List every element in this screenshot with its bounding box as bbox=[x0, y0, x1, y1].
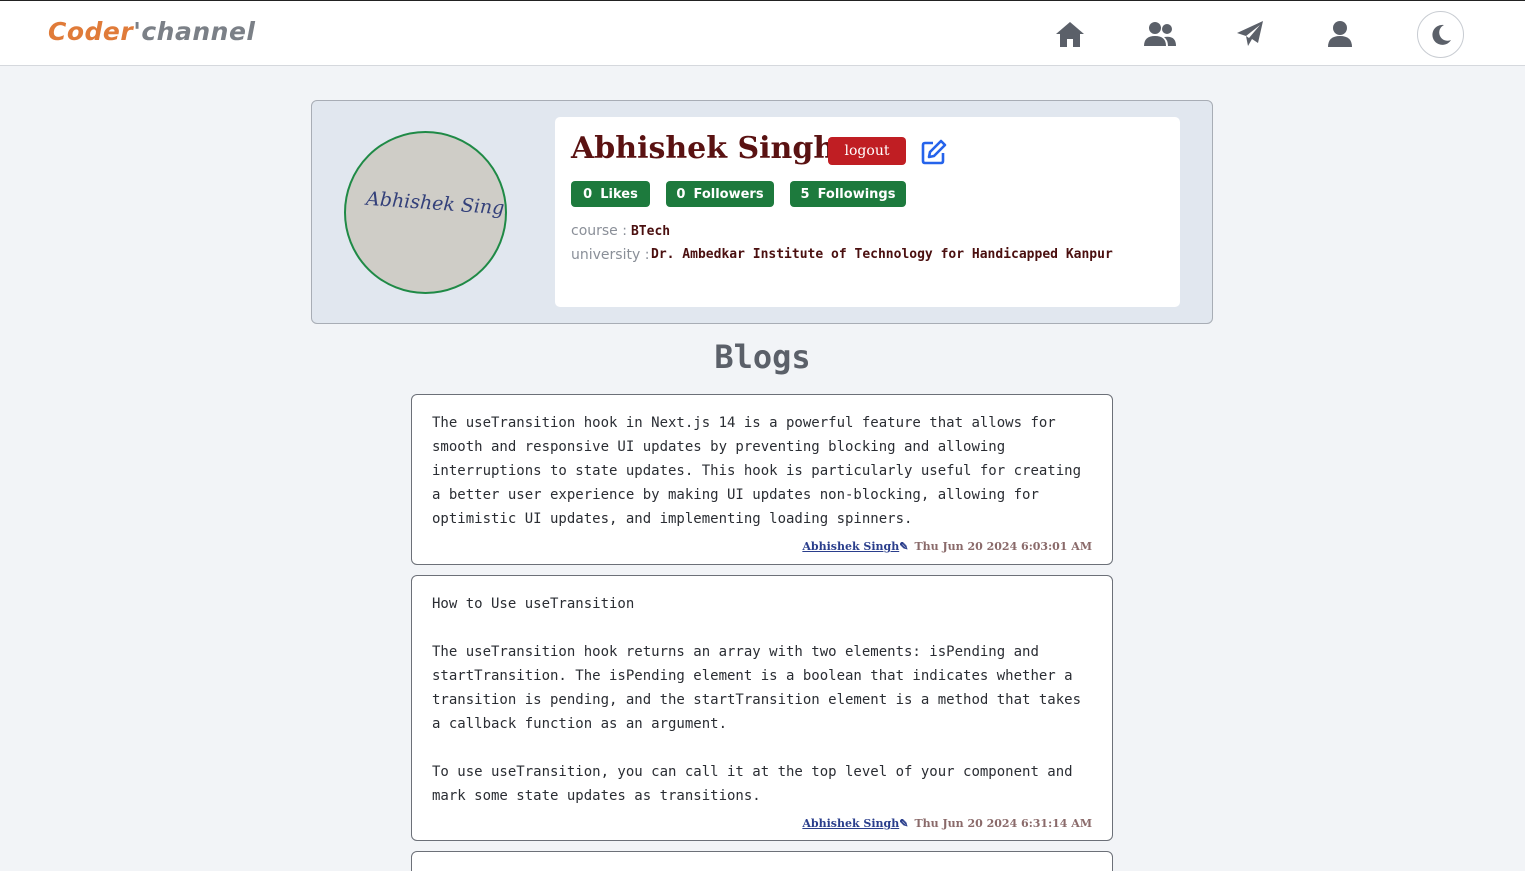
blog-meta: Abhishek Singh✎ Thu Jun 20 2024 6:31:14 A… bbox=[802, 817, 1092, 830]
pencil-icon: ✎ bbox=[899, 540, 909, 553]
site-logo[interactable]: Coder'channel bbox=[48, 17, 255, 46]
blog-content: The useTransition hook in Next.js 14 is … bbox=[432, 415, 1090, 527]
moon-icon bbox=[1431, 24, 1451, 45]
blog-content: How to Use useTransition The useTransiti… bbox=[432, 596, 1082, 804]
blog-author-link[interactable]: Abhishek Singh bbox=[802, 540, 899, 553]
course-row: course : BTech bbox=[571, 223, 670, 239]
profile-info-panel: Abhishek Singh logout 0 Likes 0 Follower… bbox=[555, 117, 1180, 307]
blog-meta: Abhishek Singh✎ Thu Jun 20 2024 6:03:01 A… bbox=[802, 540, 1092, 553]
university-value: Dr. Ambedkar Institute of Technology for… bbox=[651, 247, 1113, 262]
followers-stat-button[interactable]: 0 Followers bbox=[666, 181, 774, 207]
profile-card: Abhishek Singh Abhishek Singh logout 0 L… bbox=[311, 100, 1213, 324]
blog-card: The useTransition hook in Next.js 14 is … bbox=[411, 394, 1113, 565]
blogs-heading: Blogs bbox=[714, 338, 811, 376]
likes-label: Likes bbox=[600, 186, 638, 202]
top-navbar: Coder'channel bbox=[0, 0, 1525, 66]
paper-plane-icon[interactable] bbox=[1233, 18, 1267, 50]
followers-count: 0 bbox=[676, 186, 686, 202]
edit-icon[interactable] bbox=[921, 139, 947, 165]
avatar-signature: Abhishek Singh bbox=[365, 187, 507, 221]
blog-card: How to Use useTransition The useTransiti… bbox=[411, 575, 1113, 841]
logo-text-coder: Coder bbox=[48, 17, 134, 46]
blog-card bbox=[411, 851, 1113, 871]
blog-date: Thu Jun 20 2024 6:03:01 AM bbox=[914, 540, 1092, 553]
logout-button[interactable]: logout bbox=[828, 137, 906, 165]
avatar: Abhishek Singh bbox=[344, 131, 507, 294]
followings-label: Followings bbox=[817, 186, 896, 202]
user-icon[interactable] bbox=[1323, 18, 1357, 50]
blog-date: Thu Jun 20 2024 6:31:14 AM bbox=[914, 817, 1092, 830]
profile-name: Abhishek Singh bbox=[571, 131, 836, 166]
theme-toggle-button[interactable] bbox=[1417, 11, 1464, 58]
followings-count: 5 bbox=[800, 186, 810, 202]
course-value: BTech bbox=[630, 224, 671, 239]
course-label: course : bbox=[571, 223, 627, 239]
followings-stat-button[interactable]: 5 Followings bbox=[790, 181, 906, 207]
home-icon[interactable] bbox=[1053, 18, 1087, 50]
pencil-icon: ✎ bbox=[899, 817, 909, 830]
users-icon[interactable] bbox=[1143, 18, 1177, 50]
logo-text-channel: 'channel bbox=[133, 17, 256, 46]
likes-stat-button[interactable]: 0 Likes bbox=[571, 181, 650, 207]
likes-count: 0 bbox=[583, 186, 593, 202]
blog-author-link[interactable]: Abhishek Singh bbox=[802, 817, 899, 830]
followers-label: Followers bbox=[693, 186, 764, 202]
university-label: university : bbox=[571, 247, 650, 263]
